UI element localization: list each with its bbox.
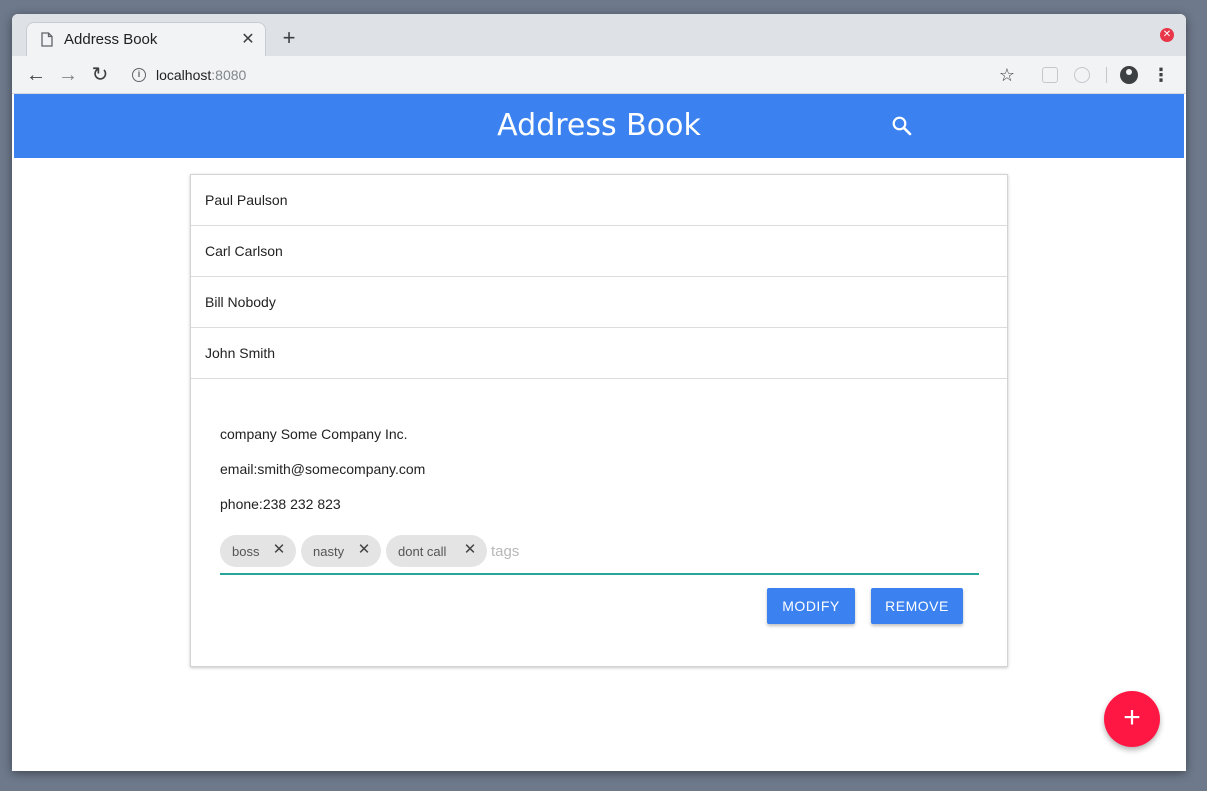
- new-tab-button[interactable]: +: [278, 27, 300, 49]
- info-icon[interactable]: i: [132, 68, 146, 82]
- contact-phone: phone:238 232 823: [220, 496, 341, 512]
- extension-radar-icon[interactable]: [1074, 67, 1090, 83]
- list-item[interactable]: Carl Carlson: [191, 226, 1007, 277]
- close-icon[interactable]: ✕: [272, 542, 286, 558]
- tag-label: boss: [232, 544, 260, 559]
- contact-email: email:smith@somecompany.com: [220, 461, 426, 477]
- contact-name: Bill Nobody: [205, 294, 276, 310]
- kebab-menu-icon[interactable]: ⋮: [1152, 64, 1170, 86]
- search-icon[interactable]: [890, 114, 914, 138]
- list-item-selected[interactable]: John Smith: [191, 328, 1007, 379]
- tab-address-book[interactable]: Address Book ✕: [26, 22, 266, 56]
- browser-toolbar: ← → ↻ i localhost:8080 ☆ ⋮: [12, 56, 1186, 94]
- contact-name: Carl Carlson: [205, 243, 283, 259]
- account-icon[interactable]: [1120, 66, 1138, 84]
- contact-company: company Some Company Inc.: [220, 426, 408, 442]
- close-icon[interactable]: ✕: [463, 542, 477, 558]
- reload-icon[interactable]: ↻: [88, 63, 112, 87]
- list-item[interactable]: Bill Nobody: [191, 277, 1007, 328]
- address-bar[interactable]: i localhost:8080: [122, 60, 1022, 90]
- toolbar-divider: [1106, 67, 1107, 83]
- remove-button[interactable]: REMOVE: [871, 588, 963, 624]
- contact-name: Paul Paulson: [205, 192, 288, 208]
- add-contact-button[interactable]: +: [1104, 691, 1160, 747]
- tag-chip[interactable]: dont call ✕: [386, 535, 487, 567]
- bookmark-star-icon[interactable]: ☆: [996, 64, 1018, 86]
- forward-arrow-icon[interactable]: →: [56, 63, 80, 87]
- browser-window: Address Book ✕ + ✕ ← → ↻ i localhost:808…: [12, 14, 1186, 771]
- back-arrow-icon[interactable]: ←: [24, 63, 48, 87]
- tab-title: Address Book: [64, 31, 158, 48]
- url-host: localhost: [156, 67, 212, 83]
- url-port: :8080: [211, 67, 247, 83]
- tag-chip[interactable]: nasty ✕: [301, 535, 381, 567]
- tag-chip[interactable]: boss ✕: [220, 535, 296, 567]
- list-item[interactable]: Paul Paulson: [191, 175, 1007, 226]
- contacts-card: Paul Paulson Carl Carlson Bill Nobody Jo…: [190, 174, 1008, 667]
- window-close-icon[interactable]: ✕: [1160, 28, 1174, 42]
- document-icon: [41, 32, 53, 47]
- modify-button[interactable]: MODIFY: [767, 588, 855, 624]
- contact-name: John Smith: [205, 345, 276, 361]
- close-tab-icon[interactable]: ✕: [239, 31, 257, 49]
- app-bar: Address Book: [14, 94, 1184, 158]
- close-icon[interactable]: ✕: [357, 542, 371, 558]
- tags-input[interactable]: [491, 539, 791, 563]
- url-text: localhost:8080: [156, 67, 246, 83]
- tag-label: nasty: [313, 544, 345, 559]
- tab-strip: Address Book ✕ + ✕: [12, 14, 1186, 56]
- extension-icon[interactable]: [1042, 67, 1058, 83]
- tags-field[interactable]: boss ✕ nasty ✕ dont call ✕: [220, 535, 979, 575]
- page-title: Address Book: [497, 108, 701, 143]
- tag-label: dont call: [398, 544, 447, 559]
